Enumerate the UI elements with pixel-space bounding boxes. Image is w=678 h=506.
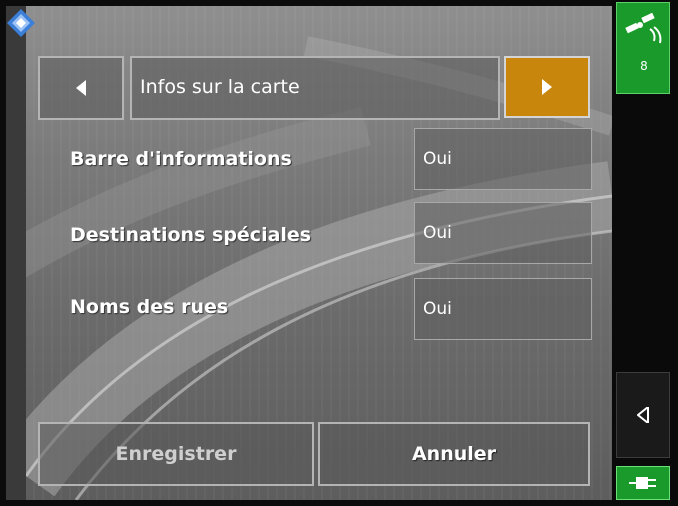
satellite-count: 8 xyxy=(640,59,648,73)
power-status-badge xyxy=(616,466,670,500)
triangle-right-icon xyxy=(542,79,552,95)
triangle-left-icon xyxy=(76,80,86,96)
setting-value-street-names[interactable]: Oui xyxy=(414,278,592,340)
save-button[interactable]: Enregistrer xyxy=(38,422,314,486)
left-edge-strip xyxy=(6,6,26,500)
app-logo-icon xyxy=(7,9,35,37)
setting-value-text: Oui xyxy=(423,299,452,319)
setting-label-info-bar: Barre d'informations xyxy=(70,148,292,170)
power-plug-icon xyxy=(629,477,656,489)
gps-status-button[interactable]: 8 xyxy=(616,2,670,94)
satellite-icon xyxy=(625,12,662,44)
prev-page-button[interactable] xyxy=(38,56,124,120)
page-title: Infos sur la carte xyxy=(140,76,300,98)
setting-value-special-destinations[interactable]: Oui xyxy=(414,202,592,264)
next-page-button[interactable] xyxy=(504,56,590,118)
triangle-left-icon xyxy=(637,407,649,423)
cancel-button[interactable]: Annuler xyxy=(318,422,590,486)
page-title-bar: Infos sur la carte xyxy=(130,56,500,120)
setting-value-text: Oui xyxy=(423,223,452,243)
setting-label-special-destinations: Destinations spéciales xyxy=(70,224,312,246)
setting-label-street-names: Noms des rues xyxy=(70,296,229,318)
setting-value-text: Oui xyxy=(423,149,452,169)
side-back-button[interactable] xyxy=(616,372,670,458)
setting-value-info-bar[interactable]: Oui xyxy=(414,128,592,190)
